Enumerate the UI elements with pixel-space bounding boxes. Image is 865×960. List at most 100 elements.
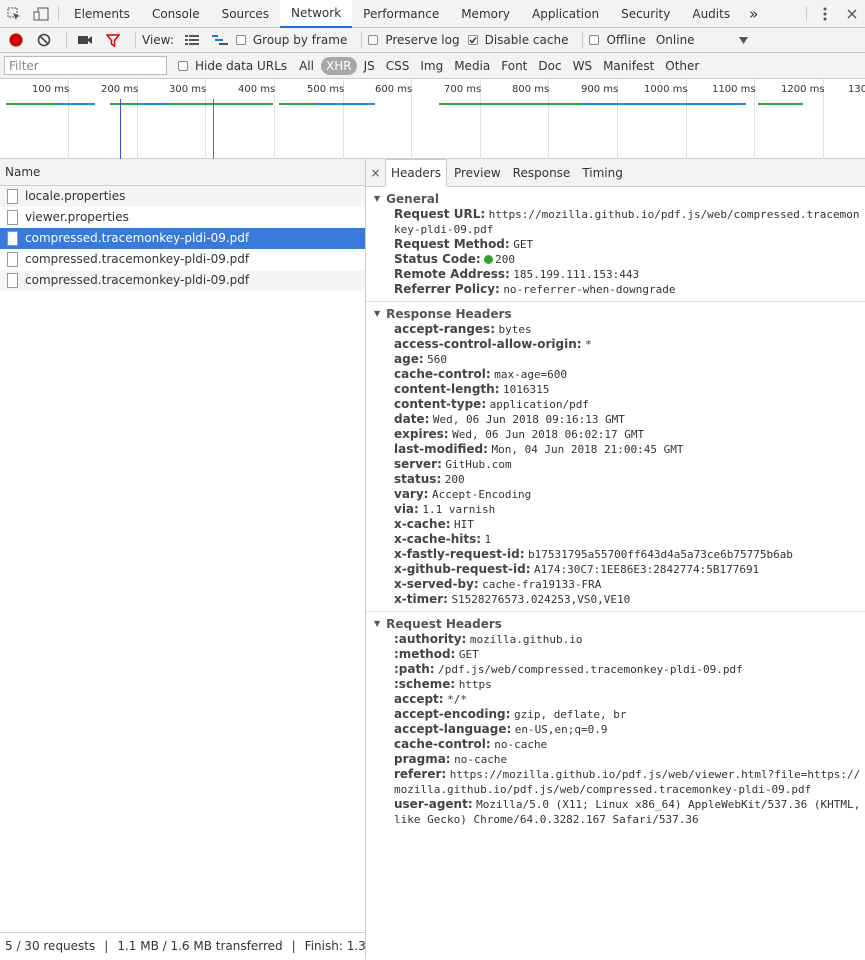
header-key: accept-language: bbox=[394, 722, 512, 736]
tab-timing[interactable]: Timing bbox=[577, 159, 628, 186]
load-event-marker bbox=[213, 99, 214, 159]
large-rows-icon[interactable] bbox=[180, 29, 204, 51]
filter-type-ws[interactable]: WS bbox=[569, 57, 596, 75]
file-icon bbox=[7, 272, 18, 288]
finish-time: Finish: 1.37 s bbox=[304, 939, 365, 953]
tab-response[interactable]: Response bbox=[508, 159, 576, 186]
preserve-log-option[interactable]: Preserve log bbox=[368, 33, 460, 47]
name-column-header[interactable]: Name bbox=[0, 159, 365, 186]
file-icon bbox=[7, 188, 18, 204]
device-toolbar-icon[interactable] bbox=[27, 0, 54, 27]
header-value: 200 bbox=[444, 473, 465, 486]
response-headers-toggle[interactable]: ▼ Response Headers bbox=[366, 305, 865, 322]
preserve-log-checkbox[interactable] bbox=[368, 35, 379, 45]
request-row[interactable]: viewer.properties bbox=[0, 207, 365, 228]
filter-type-xhr[interactable]: XHR bbox=[320, 56, 357, 75]
close-devtools-icon[interactable] bbox=[838, 0, 865, 27]
request-bar bbox=[317, 103, 375, 105]
filter-type-manifest[interactable]: Manifest bbox=[599, 57, 658, 75]
header-value: Mon, 04 Jun 2018 21:00:45 GMT bbox=[491, 443, 684, 456]
header-row: Request Method: GET bbox=[366, 237, 865, 252]
header-value: /pdf.js/web/compressed.tracemonkey-pldi-… bbox=[438, 663, 743, 676]
kebab-menu-icon[interactable] bbox=[811, 0, 838, 27]
filter-type-all[interactable]: All bbox=[295, 57, 318, 75]
header-value: Wed, 06 Jun 2018 06:02:17 GMT bbox=[452, 428, 645, 441]
timeline-tick-label: 300 ms bbox=[169, 84, 207, 95]
offline-label: Offline bbox=[606, 33, 646, 47]
request-name: locale.properties bbox=[25, 189, 126, 203]
filter-type-font[interactable]: Font bbox=[497, 57, 531, 75]
header-value: 1016315 bbox=[503, 383, 550, 396]
filter-type-css[interactable]: CSS bbox=[382, 57, 414, 75]
record-button[interactable] bbox=[4, 29, 28, 51]
disable-cache-checkbox[interactable] bbox=[467, 35, 478, 45]
header-key: vary: bbox=[394, 487, 429, 501]
status-ok-icon bbox=[484, 255, 494, 264]
filter-type-media[interactable]: Media bbox=[450, 57, 494, 75]
group-by-frame-option[interactable]: Group by frame bbox=[235, 33, 347, 47]
hide-data-urls-option[interactable]: Hide data URLs bbox=[178, 59, 287, 73]
general-section-toggle[interactable]: ▼ General bbox=[366, 190, 865, 207]
request-row[interactable]: compressed.tracemonkey-pldi-09.pdf bbox=[0, 249, 365, 270]
header-row: :method: GET bbox=[366, 647, 865, 662]
header-row: Request URL: https://mozilla.github.io/p… bbox=[366, 207, 865, 237]
header-key: access-control-allow-origin: bbox=[394, 337, 582, 351]
close-details-icon[interactable]: × bbox=[366, 159, 385, 186]
timeline-tick-label: 700 ms bbox=[444, 84, 482, 95]
view-label: View: bbox=[142, 33, 174, 47]
filter-type-doc[interactable]: Doc bbox=[534, 57, 565, 75]
offline-option[interactable]: Offline bbox=[589, 33, 646, 47]
tab-security[interactable]: Security bbox=[610, 0, 681, 27]
tab-preview[interactable]: Preview bbox=[449, 159, 506, 186]
offline-checkbox[interactable] bbox=[589, 35, 600, 45]
filter-type-js[interactable]: JS bbox=[360, 57, 379, 75]
tab-headers[interactable]: Headers bbox=[385, 159, 447, 187]
tab-memory[interactable]: Memory bbox=[450, 0, 521, 27]
network-main: Name locale.properties viewer.properties… bbox=[0, 159, 865, 959]
tab-application[interactable]: Application bbox=[521, 0, 610, 27]
header-value: */* bbox=[447, 693, 467, 706]
timeline-tick-label: 900 ms bbox=[581, 84, 619, 95]
filter-type-img[interactable]: Img bbox=[416, 57, 447, 75]
inspect-element-icon[interactable] bbox=[0, 0, 27, 27]
request-headers-toggle[interactable]: ▼ Request Headers bbox=[366, 615, 865, 632]
header-value: b17531795a55700ff643d4a5a73ce6b75775b6ab bbox=[528, 548, 793, 561]
file-icon bbox=[7, 230, 18, 246]
tab-network[interactable]: Network bbox=[280, 0, 353, 28]
section-title: General bbox=[386, 191, 439, 206]
header-value: cache-fra19133-FRA bbox=[482, 578, 602, 591]
tab-audits[interactable]: Audits bbox=[681, 0, 741, 27]
header-key: x-cache: bbox=[394, 517, 451, 531]
group-by-frame-checkbox[interactable] bbox=[235, 35, 246, 45]
tabbar-separator bbox=[806, 6, 807, 21]
tab-sources[interactable]: Sources bbox=[211, 0, 280, 27]
request-details-panel: × Headers Preview Response Timing ▼ Gener… bbox=[366, 159, 865, 959]
header-row: Status Code: 200 bbox=[366, 252, 865, 267]
request-row[interactable]: compressed.tracemonkey-pldi-09.pdf bbox=[0, 270, 365, 291]
hide-data-urls-label: Hide data URLs bbox=[195, 58, 288, 73]
header-row: content-length: 1016315 bbox=[366, 382, 865, 397]
capture-screenshots-icon[interactable] bbox=[73, 29, 97, 51]
request-count: 5 / 30 requests bbox=[5, 939, 96, 953]
tab-elements[interactable]: Elements bbox=[63, 0, 141, 27]
filter-type-other[interactable]: Other bbox=[661, 57, 703, 75]
waterfall-overview-icon[interactable] bbox=[208, 29, 232, 51]
network-overview-timeline[interactable]: 100 ms 200 ms 300 ms 400 ms 500 ms 600 m… bbox=[0, 79, 865, 159]
hide-data-urls-checkbox[interactable] bbox=[178, 60, 188, 71]
throttling-select[interactable]: Online bbox=[656, 33, 748, 47]
disable-cache-option[interactable]: Disable cache bbox=[467, 33, 568, 47]
clear-button[interactable] bbox=[32, 29, 56, 51]
request-row[interactable]: locale.properties bbox=[0, 186, 365, 207]
header-row: :scheme: https bbox=[366, 677, 865, 692]
header-key: x-fastly-request-id: bbox=[394, 547, 525, 561]
request-row-selected[interactable]: compressed.tracemonkey-pldi-09.pdf bbox=[0, 228, 365, 249]
filter-icon[interactable] bbox=[101, 29, 125, 51]
timeline-tick-label: 1000 ms bbox=[644, 84, 688, 95]
filter-input[interactable] bbox=[4, 56, 167, 75]
request-name: compressed.tracemonkey-pldi-09.pdf bbox=[25, 252, 250, 266]
header-row: x-cache: HIT bbox=[366, 517, 865, 532]
tab-performance[interactable]: Performance bbox=[352, 0, 450, 27]
tab-console[interactable]: Console bbox=[141, 0, 211, 27]
more-tabs-button[interactable]: » bbox=[741, 0, 766, 27]
header-key: x-timer: bbox=[394, 592, 448, 606]
